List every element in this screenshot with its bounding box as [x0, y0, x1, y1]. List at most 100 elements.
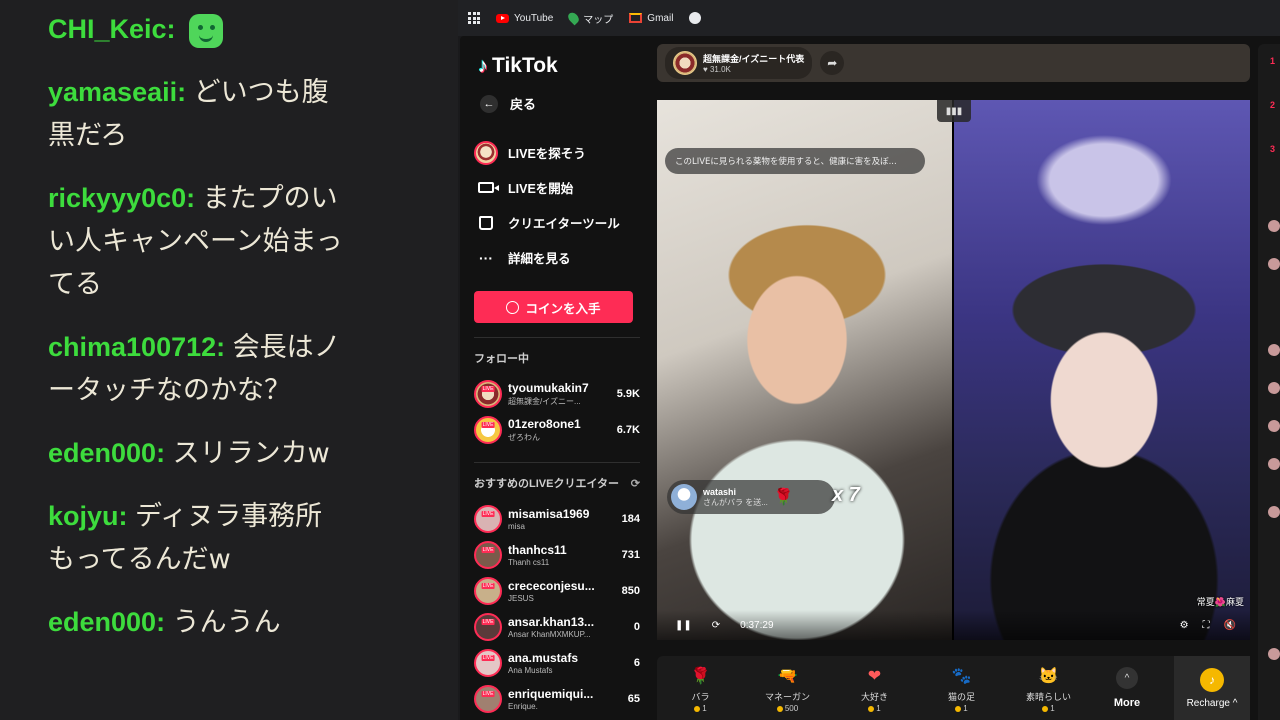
gift-price: 500 [777, 704, 798, 713]
account-sub: Ana Mustafs [508, 666, 553, 675]
bookmark-globe[interactable] [689, 12, 702, 24]
gift-name: 猫の足 [947, 692, 975, 702]
nav-label: LIVEを探そう [508, 147, 586, 161]
gift-item[interactable]: 🐾 猫の足 1 [918, 663, 1005, 713]
safety-warning: このLIVEに見られる薬物を使用すると、健康に害を及ぼ... [665, 148, 925, 174]
chat-separator: : [216, 332, 233, 362]
viewer-avatar[interactable] [1268, 648, 1280, 660]
nav-explore-live[interactable]: LIVEを探そう [474, 135, 650, 170]
gift-item[interactable]: 🐱 素晴らしい 1 [1005, 663, 1092, 713]
get-coins-button[interactable]: コインを入手 [474, 291, 633, 323]
viewer-avatar[interactable] [1268, 382, 1280, 394]
youtube-icon [496, 13, 509, 23]
divider [474, 462, 640, 463]
chat-separator: : [186, 183, 203, 213]
chat-message: rickyyy0c0: またプのいい人キャンペーン始まってる [48, 177, 348, 306]
chat-username: CHI_Keic [48, 14, 167, 44]
money-gun-icon: 🔫 [777, 668, 798, 685]
elapsed-time: 0:37:29 [740, 619, 774, 631]
viewer-avatar[interactable] [1268, 220, 1280, 232]
gift-name: 素晴らしい [1025, 692, 1071, 702]
viewer-avatar[interactable] [1268, 344, 1280, 356]
account-names: 01zero8one1 ぜろわん [508, 417, 613, 443]
back-button[interactable]: ← 戻る [480, 94, 650, 113]
chat-username: rickyyy0c0 [48, 183, 187, 213]
avatar [474, 649, 502, 677]
gift-item[interactable]: 🌹 バラ 1 [657, 663, 744, 713]
apps-grid-icon[interactable] [468, 12, 480, 24]
recommended-account[interactable]: misamisa1969 misa 184 [474, 501, 640, 537]
gift-price: 1 [694, 704, 706, 713]
nav-creator-tools[interactable]: クリエイターツール [474, 205, 650, 240]
viewer-avatar[interactable] [1268, 506, 1280, 518]
gift-combo: x 7 [832, 484, 860, 506]
back-label: 戻る [510, 97, 537, 112]
account-name: ana.mustafs [508, 651, 579, 665]
following-account[interactable]: 01zero8one1 ぜろわん 6.7K [474, 412, 640, 448]
nav-see-more[interactable]: ··· 詳細を見る [474, 240, 650, 275]
tiktok-page: ♪ TikTok ← 戻る LIVEを探そう LIVEを開始 クリエイターツール… [460, 36, 1280, 720]
gift-name: 大好き [860, 692, 888, 702]
account-names: thanhcs11 Thanh cs11 [508, 543, 618, 567]
gift-name: バラ [691, 692, 710, 702]
tiktok-logo[interactable]: ♪ TikTok [478, 54, 650, 78]
mute-icon[interactable]: 🔇 [1224, 620, 1236, 631]
host-name: 超無課金/イズニート代表 [703, 54, 805, 64]
cat-paw-icon: 🐾 [951, 668, 972, 685]
recommended-account[interactable]: enriquemiqui... Enrique. 65 [474, 681, 640, 717]
host-info[interactable]: 超無課金/イズニート代表 ♥ 31.0K [665, 47, 813, 79]
bookmark-label: マップ [583, 14, 614, 26]
fullscreen-icon[interactable]: ⛶ [1203, 620, 1210, 631]
recommended-account[interactable]: thanhcs11 Thanh cs11 731 [474, 537, 640, 573]
gift-item[interactable]: ❤ 大好き 1 [831, 663, 918, 713]
settings-icon[interactable]: ⚙ [1180, 620, 1189, 631]
following-account[interactable]: tyoumukakin7 超無課金/イズニー... 5.9K [474, 376, 640, 412]
bookmark-label: YouTube [514, 12, 554, 24]
divider [474, 337, 640, 338]
account-sub: JESUS [508, 594, 534, 603]
recommended-account[interactable]: crececonjesu... JESUS 850 [474, 573, 640, 609]
account-name: crececonjesu... [508, 579, 595, 593]
toast-user: watashi [703, 486, 737, 497]
recharge-label: Recharge ^ [1186, 697, 1238, 709]
recommended-account[interactable]: ansar.khan13... Ansar KhanMXMKUP... 0 [474, 609, 640, 645]
refresh-icon[interactable]: ⟳ [631, 477, 640, 490]
gift-item[interactable]: 🔫 マネーガン 500 [744, 663, 831, 713]
avatar [474, 380, 502, 408]
screen: CHI_Keic: yamaseaii: どいつも腹黒だろ rickyyy0c0… [0, 0, 1280, 720]
nav-start-live[interactable]: LIVEを開始 [474, 170, 650, 205]
recharge-button[interactable]: ♪ Recharge ^ [1174, 656, 1250, 720]
account-name: ansar.khan13... [508, 615, 595, 629]
bookmark-gmail[interactable]: Gmail [629, 13, 673, 24]
gift-price: 1 [1042, 704, 1054, 713]
chat-username: chima100712 [48, 332, 217, 362]
share-icon[interactable]: ➦ [820, 51, 845, 75]
viewer-avatar[interactable] [1268, 258, 1280, 270]
account-name: enriquemiqui... [508, 687, 594, 701]
recommended-account[interactable]: ana.mustafs Ana Mustafs 6 [474, 645, 640, 681]
bookmark-youtube[interactable]: YouTube [496, 13, 553, 24]
pause-icon[interactable]: ❚❚ [675, 620, 692, 631]
account-names: tyoumukakin7 超無課金/イズニー... [508, 381, 613, 407]
audio-bars-icon[interactable]: ▮▮▮ [937, 100, 971, 122]
avatar [474, 577, 502, 605]
coin-button-label: コインを入手 [525, 301, 601, 316]
chat-separator: : [177, 77, 194, 107]
avatar [474, 416, 502, 444]
chat-username: eden000 [48, 438, 157, 468]
chat-message: yamaseaii: どいつも腹黒だろ [48, 71, 348, 157]
chat-separator: : [156, 438, 173, 468]
gift-name: マネーガン [764, 692, 810, 702]
viewer-count: 65 [627, 693, 640, 705]
more-gifts-button[interactable]: ^ More [1092, 667, 1162, 709]
live-video[interactable]: ▮▮▮ このLIVEに見られる薬物を使用すると、健康に害を及ぼ... watas… [657, 100, 1250, 640]
rose-icon: 🌹 [773, 489, 794, 506]
reload-icon[interactable]: ⟳ [712, 620, 720, 631]
gmail-icon [629, 13, 643, 23]
viewer-avatar[interactable] [1268, 420, 1280, 432]
bookmark-maps[interactable]: マップ [566, 10, 614, 26]
viewer-count: 6.7K [616, 424, 640, 436]
chevron-up-icon: ^ [1116, 667, 1138, 689]
host-likes: ♥ 31.0K [703, 65, 731, 74]
viewer-avatar[interactable] [1268, 458, 1280, 470]
